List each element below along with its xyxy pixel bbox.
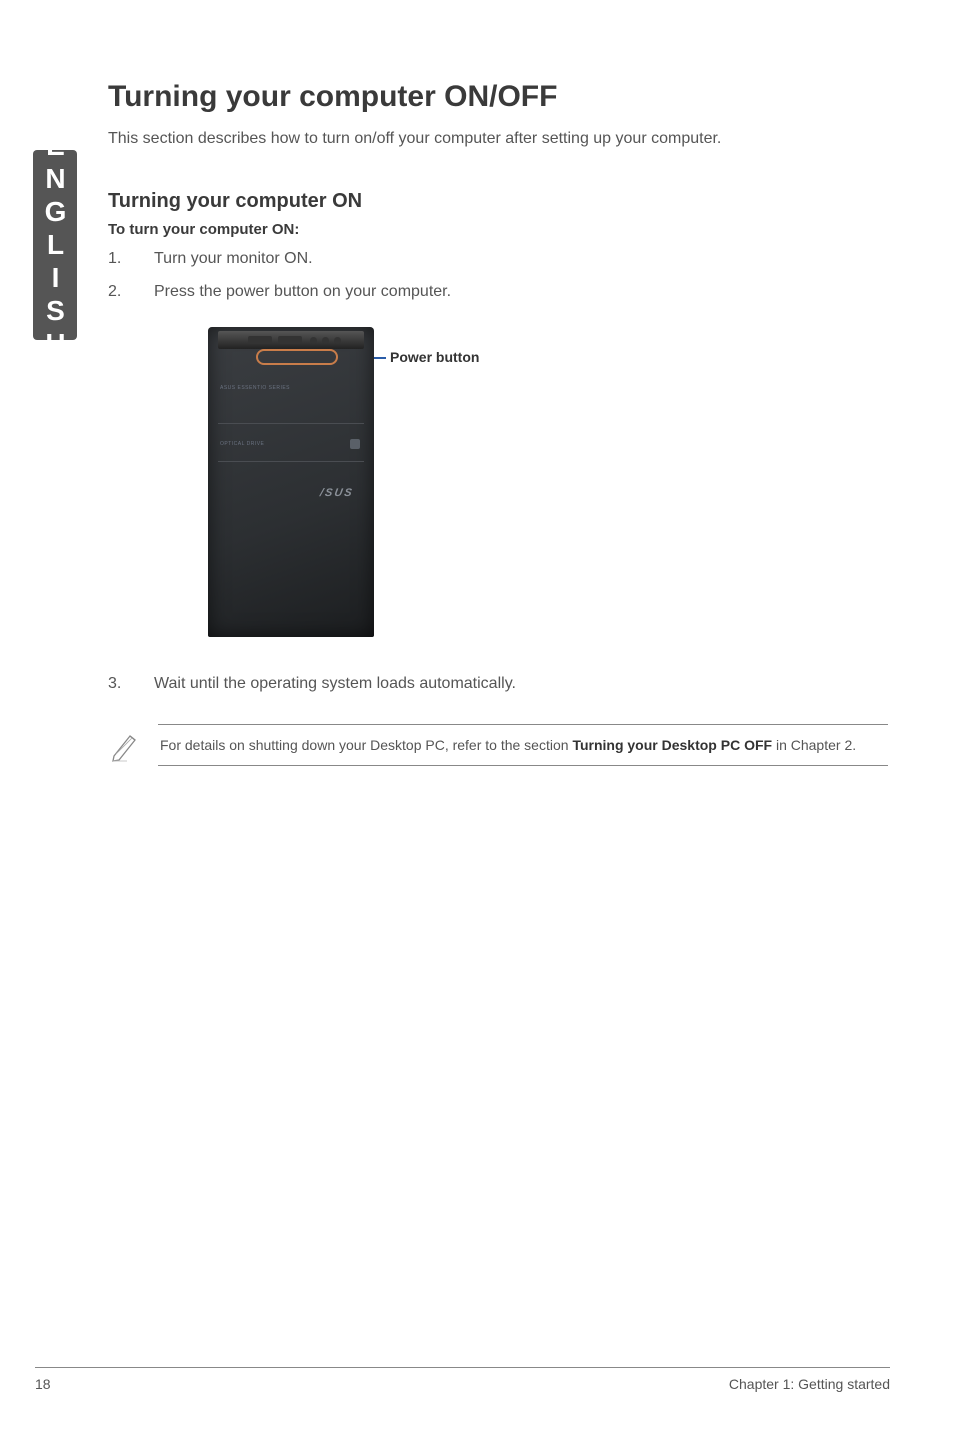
page-footer: 18 Chapter 1: Getting started xyxy=(35,1367,890,1392)
step-number: 2. xyxy=(108,281,154,303)
note-text: For details on shutting down your Deskto… xyxy=(158,724,888,766)
step-number: 1. xyxy=(108,248,154,270)
step-text: Wait until the operating system loads au… xyxy=(154,673,516,695)
note-post: in Chapter 2. xyxy=(772,737,856,753)
page-content: Turning your computer ON/OFF This sectio… xyxy=(108,80,888,766)
divider xyxy=(218,461,364,462)
pencil-icon xyxy=(108,724,158,764)
note-block: For details on shutting down your Deskto… xyxy=(108,724,888,766)
page-title: Turning your computer ON/OFF xyxy=(108,80,888,114)
step-text: Press the power button on your computer. xyxy=(154,281,451,303)
brand-logo: /SUS xyxy=(319,487,355,499)
language-tab: ENGLISH xyxy=(33,150,77,340)
section-heading: Turning your computer ON xyxy=(108,190,888,213)
series-label: ASUS ESSENTIO SERIES xyxy=(220,385,290,391)
section-subheading: To turn your computer ON: xyxy=(108,221,888,238)
language-tab-label: ENGLISH xyxy=(39,130,71,361)
io-slot-icon xyxy=(248,336,272,344)
callout-label: Power button xyxy=(390,349,479,365)
divider xyxy=(218,423,364,424)
step-text: Turn your monitor ON. xyxy=(154,248,313,270)
note-strong: Turning your Desktop PC OFF xyxy=(572,737,772,753)
list-item: 2. Press the power button on your comput… xyxy=(108,281,888,303)
chapter-label: Chapter 1: Getting started xyxy=(729,1376,890,1392)
intro-text: This section describes how to turn on/of… xyxy=(108,128,888,150)
io-slot-icon xyxy=(278,336,302,344)
drive-label: OPTICAL DRIVE xyxy=(220,441,264,447)
list-item: 1. Turn your monitor ON. xyxy=(108,248,888,270)
lock-icon xyxy=(350,439,360,449)
step-number: 3. xyxy=(108,673,154,695)
product-image-block: ASUS ESSENTIO SERIES OPTICAL DRIVE /SUS … xyxy=(208,327,888,637)
page-number: 18 xyxy=(35,1376,51,1392)
pc-case-illustration: ASUS ESSENTIO SERIES OPTICAL DRIVE /SUS xyxy=(208,327,374,637)
list-item: 3. Wait until the operating system loads… xyxy=(108,673,888,695)
power-button-highlight xyxy=(256,349,338,365)
note-pre: For details on shutting down your Deskto… xyxy=(160,737,572,753)
